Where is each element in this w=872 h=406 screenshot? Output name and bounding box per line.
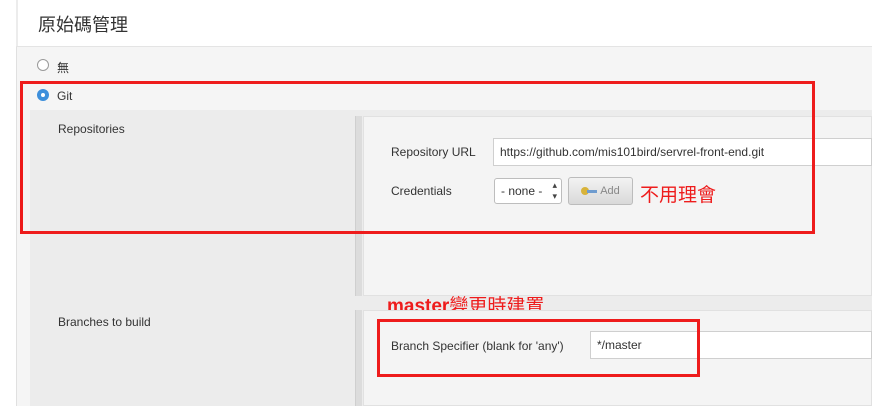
git-annotation-box bbox=[20, 81, 815, 234]
section-header bbox=[0, 0, 872, 48]
branch-annotation-box bbox=[377, 319, 700, 377]
section-title: 原始碼管理 bbox=[38, 15, 128, 35]
branches-vertical-bar bbox=[355, 310, 362, 406]
scm-none-radio[interactable] bbox=[37, 59, 49, 71]
header-left-border bbox=[16, 0, 18, 46]
form-left-rule bbox=[16, 47, 17, 406]
branches-label: Branches to build bbox=[58, 315, 151, 329]
scm-none-label: 無 bbox=[57, 61, 70, 75]
